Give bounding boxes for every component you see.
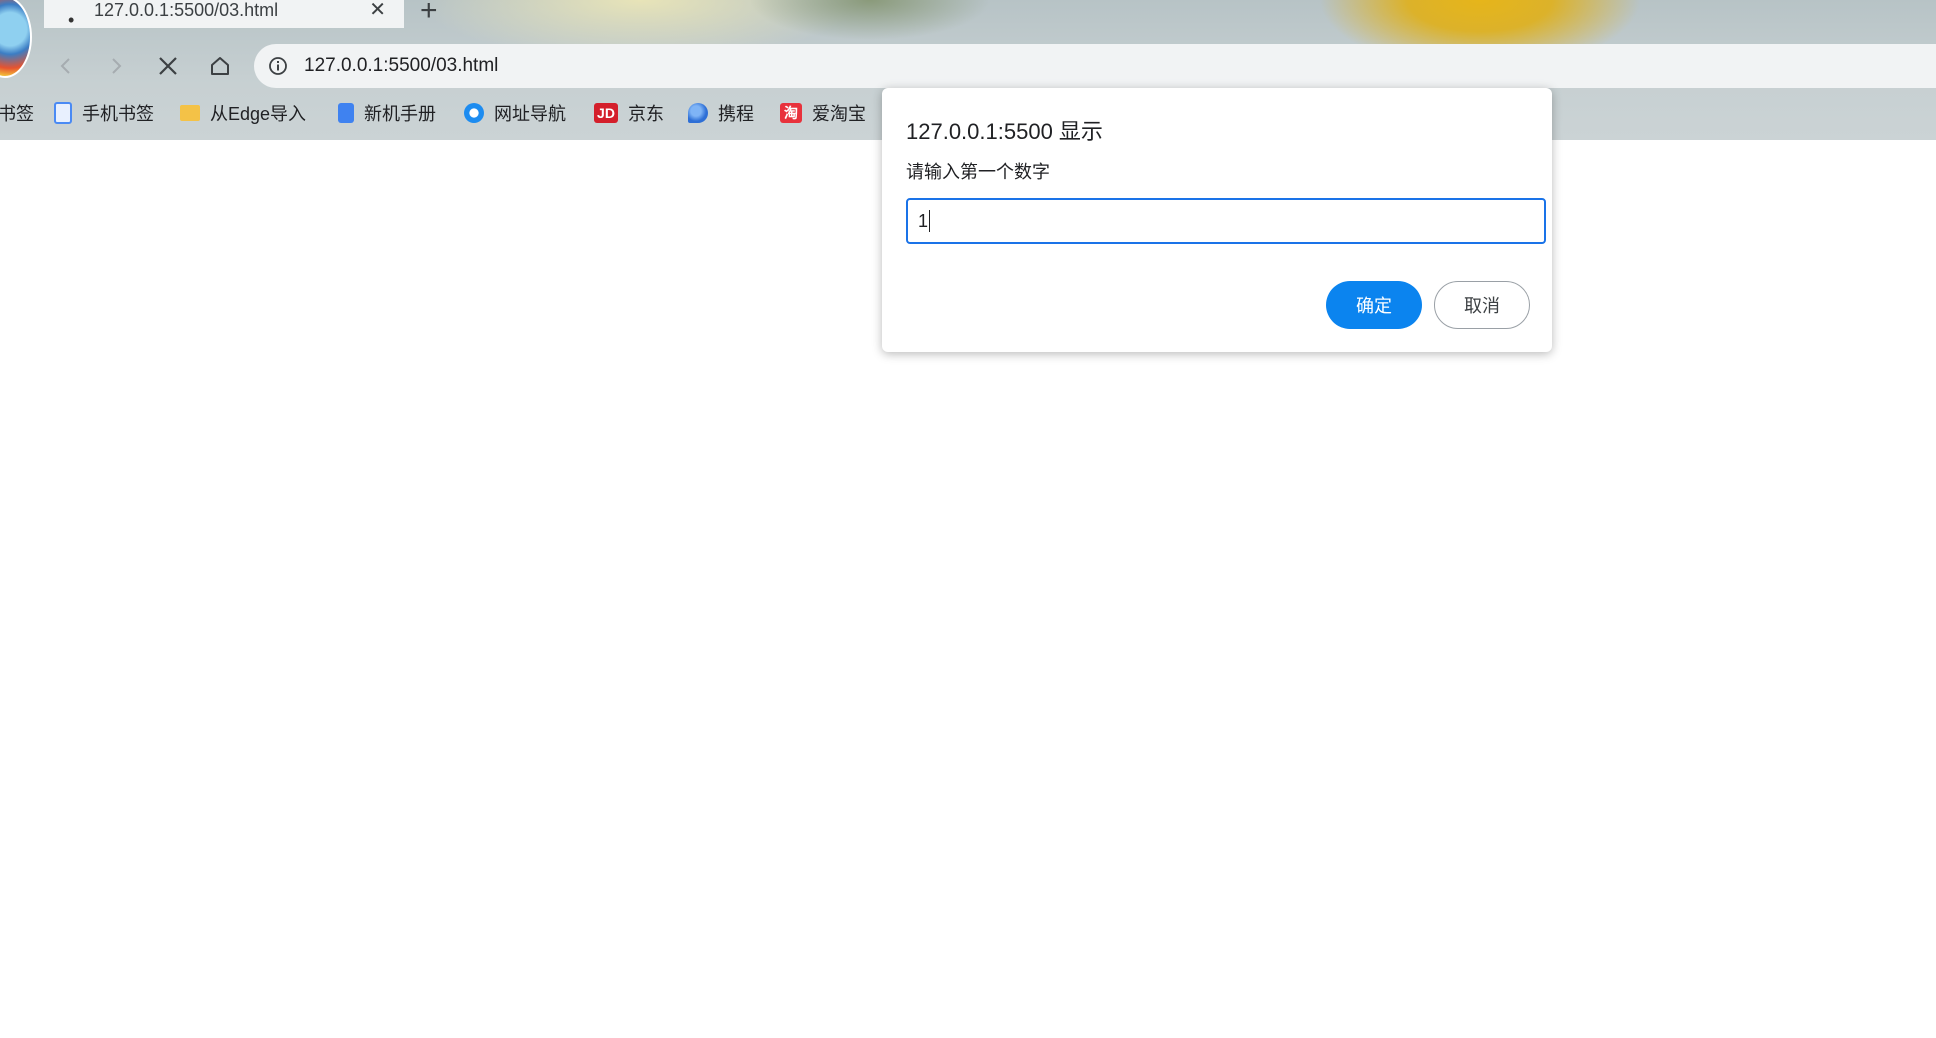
ctrip-dolphin-icon xyxy=(688,103,708,123)
bookmark-aitaobao[interactable]: 淘 爱淘宝 xyxy=(780,100,866,126)
dialog-message: 请输入第一个数字 xyxy=(906,162,1050,182)
prompt-input[interactable]: 1 xyxy=(906,198,1546,244)
text-caret xyxy=(929,210,931,232)
stop-x-icon xyxy=(159,57,177,75)
address-bar[interactable]: 127.0.0.1:5500/03.html xyxy=(254,44,1936,88)
info-icon[interactable] xyxy=(268,56,288,76)
bookmark-mobile[interactable]: 手机书签 xyxy=(54,100,154,126)
bookmark-edge-import[interactable]: 从Edge导入 xyxy=(180,100,306,126)
dialog-title: 127.0.0.1:5500 显示 xyxy=(906,119,1103,144)
cancel-button[interactable]: 取消 xyxy=(1434,281,1530,329)
browser-e-icon xyxy=(464,103,484,123)
tab-title: 127.0.0.1:5500/03.html xyxy=(94,0,279,20)
home-icon xyxy=(211,57,229,75)
address-url[interactable]: 127.0.0.1:5500/03.html xyxy=(304,55,498,77)
folder-icon xyxy=(180,105,200,121)
prompt-dialog: 127.0.0.1:5500 显示 请输入第一个数字 1 确定 取消 xyxy=(882,88,1552,352)
jd-icon: JD xyxy=(594,103,618,123)
forward-arrow-icon xyxy=(112,58,122,74)
bookmark-label: 书签 xyxy=(0,104,34,124)
stop-button[interactable] xyxy=(148,46,188,86)
back-button[interactable] xyxy=(46,46,86,86)
loading-dot-icon: • xyxy=(68,10,75,30)
bookmark-jd[interactable]: JD 京东 xyxy=(594,100,664,126)
bookmark-label: 京东 xyxy=(628,104,664,124)
bookmark-label: 网址导航 xyxy=(494,104,566,124)
toolbar: 127.0.0.1:5500/03.html xyxy=(0,40,1936,90)
prompt-input-value: 1 xyxy=(918,210,929,231)
bookmark-label: 从Edge导入 xyxy=(210,104,307,124)
bookmark-web-nav[interactable]: 网址导航 xyxy=(464,100,566,126)
bookmark-label: 携程 xyxy=(718,104,754,124)
new-tab-plus-icon[interactable]: + xyxy=(420,0,438,28)
tab-close-icon[interactable]: ✕ xyxy=(369,0,386,20)
ok-button[interactable]: 确定 xyxy=(1326,281,1422,329)
bookmark-label: 新机手册 xyxy=(364,104,436,124)
back-arrow-icon xyxy=(60,58,70,74)
manual-icon xyxy=(338,103,354,123)
forward-button[interactable] xyxy=(96,46,136,86)
bookmark-label: 爱淘宝 xyxy=(812,104,866,124)
home-button[interactable] xyxy=(200,46,240,86)
bookmark-bookmarks[interactable]: 书签 xyxy=(0,100,34,126)
bookmark-label: 手机书签 xyxy=(82,104,154,124)
tab-strip: • 127.0.0.1:5500/03.html ✕ + xyxy=(0,0,1936,78)
tab-active[interactable]: • 127.0.0.1:5500/03.html ✕ xyxy=(44,0,404,30)
bookmark-ctrip[interactable]: 携程 xyxy=(688,100,754,126)
bookmark-new-device-manual[interactable]: 新机手册 xyxy=(338,100,436,126)
mobile-bookmark-icon xyxy=(54,102,72,124)
taobao-icon: 淘 xyxy=(780,103,802,123)
